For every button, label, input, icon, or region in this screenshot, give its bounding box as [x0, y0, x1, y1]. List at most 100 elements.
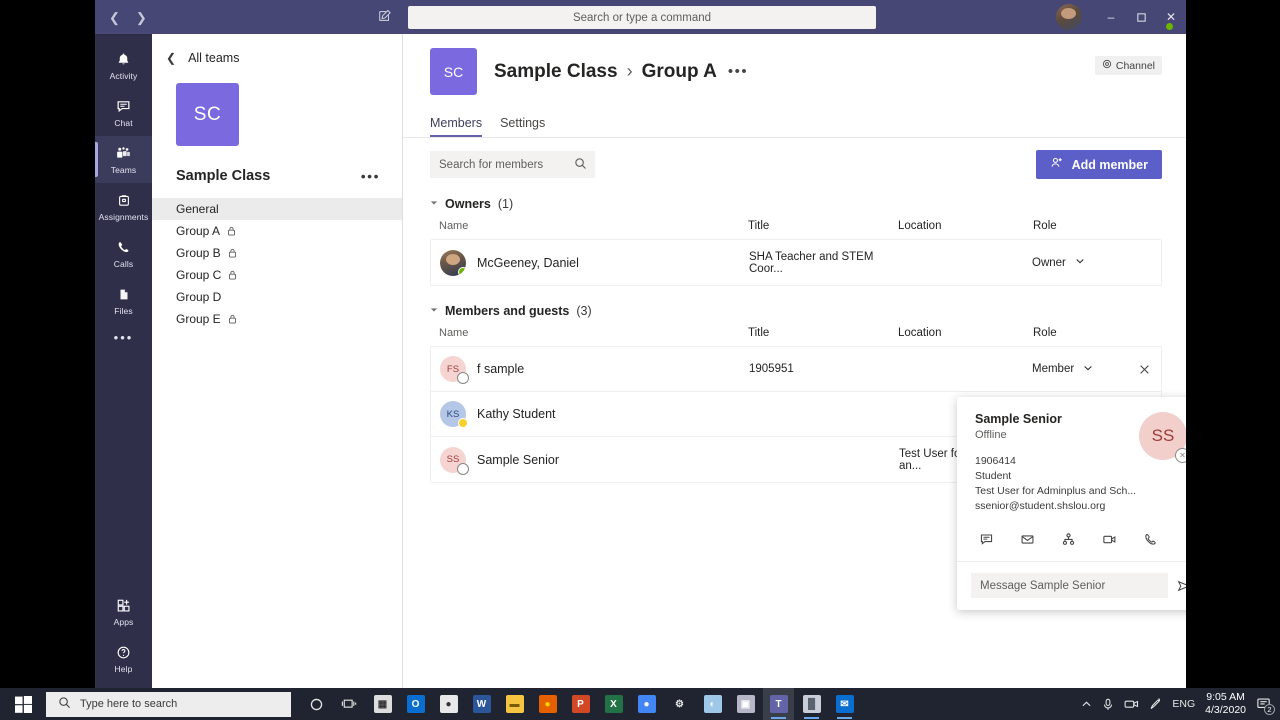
channel-type-badge[interactable]: Channel: [1094, 56, 1162, 75]
breadcrumb: Sample Class › Group A •••: [494, 61, 748, 83]
teams-icon[interactable]: T: [763, 688, 794, 720]
sidebar-item-label: Assignments: [98, 212, 149, 222]
role-dropdown[interactable]: Owner: [1032, 256, 1127, 269]
email-icon[interactable]: [1020, 532, 1035, 547]
app-glyph: X: [604, 695, 623, 713]
maximize-button[interactable]: [1126, 0, 1156, 34]
settings-icon[interactable]: ⚙: [664, 688, 695, 720]
tab-members[interactable]: Members: [430, 116, 483, 137]
help-icon: [116, 643, 131, 662]
outlook-mail-icon[interactable]: ✉: [829, 688, 860, 720]
tab-bar: Members Settings: [403, 116, 1186, 137]
avatar[interactable]: [1056, 4, 1082, 30]
channel-name: Group C: [176, 268, 222, 282]
sidebar-item-help[interactable]: Help: [95, 635, 152, 682]
global-search-input[interactable]: [408, 6, 876, 29]
org-chart-icon[interactable]: [1061, 532, 1076, 547]
channel-name: Group E: [176, 312, 221, 326]
sidebar-item-teams[interactable]: Teams: [95, 136, 152, 183]
language-indicator[interactable]: ENG: [1172, 698, 1195, 710]
presence-indicator: [457, 462, 469, 475]
channel-item[interactable]: Group B: [152, 242, 402, 264]
pen-icon[interactable]: [1149, 697, 1162, 711]
breadcrumb-separator: ›: [626, 61, 633, 81]
sidebar-item-label: Apps: [113, 617, 134, 627]
word-icon[interactable]: W: [466, 688, 497, 720]
webcam-icon[interactable]: [1124, 698, 1139, 710]
sidebar-item-assignments[interactable]: Assignments: [95, 183, 152, 230]
video-call-icon[interactable]: [1102, 532, 1117, 547]
sidebar-item-activity[interactable]: Activity: [95, 42, 152, 89]
sidebar-item-calls[interactable]: Calls: [95, 230, 152, 277]
sidebar-more-apps-button[interactable]: •••: [114, 330, 134, 345]
sidebar-item-label: Activity: [109, 71, 138, 81]
column-header-name: Name: [439, 220, 469, 232]
microphone-icon[interactable]: [1102, 698, 1114, 711]
channel-more-options-button[interactable]: •••: [728, 63, 748, 80]
target-icon: [1102, 59, 1112, 72]
channel-item[interactable]: Group D: [152, 286, 402, 308]
powerpoint-icon[interactable]: P: [565, 688, 596, 720]
paint-icon[interactable]: ◐: [697, 688, 728, 720]
windows-start-icon[interactable]: [0, 688, 46, 720]
phone-call-icon[interactable]: [1143, 532, 1158, 547]
task-view-icon[interactable]: [334, 688, 365, 720]
member-name-cell: KS Kathy Student: [440, 401, 749, 428]
all-teams-back-button[interactable]: ❮ All teams: [152, 46, 402, 65]
team-name: Sample Class: [176, 168, 271, 184]
role-dropdown[interactable]: Member: [1032, 363, 1127, 376]
outlook-icon[interactable]: O: [400, 688, 431, 720]
section-title: Owners: [445, 197, 491, 211]
add-member-label: Add member: [1071, 157, 1148, 172]
lock-icon: [228, 270, 237, 280]
presence-indicator: [457, 372, 469, 384]
channel-item[interactable]: Group C: [152, 264, 402, 286]
minimize-button[interactable]: –: [1096, 0, 1126, 34]
forward-icon[interactable]: ❯: [136, 11, 147, 24]
section-header[interactable]: Owners (1): [430, 197, 1162, 211]
app-glyph: ●: [637, 695, 656, 713]
breadcrumb-team[interactable]: Sample Class: [494, 61, 618, 83]
add-member-button[interactable]: Add member: [1035, 150, 1162, 179]
clock[interactable]: 9:05 AM 4/3/2020: [1205, 691, 1246, 717]
column-header-location: Location: [898, 327, 942, 339]
sidebar-item-chat[interactable]: Chat: [95, 89, 152, 136]
channel-item[interactable]: Group E: [152, 308, 402, 330]
table-row[interactable]: McGeeney, Daniel SHA Teacher and STEM Coo…: [431, 240, 1161, 285]
message-input[interactable]: [971, 573, 1168, 598]
team-more-options-button[interactable]: •••: [361, 168, 380, 184]
title-bar: ❮ ❯ – ✕: [95, 0, 1186, 34]
channel-item[interactable]: Group A: [152, 220, 402, 242]
section-header[interactable]: Members and guests (3): [430, 304, 1162, 318]
cortana-icon[interactable]: [301, 688, 332, 720]
team-avatar[interactable]: SC: [176, 83, 239, 146]
excel-icon[interactable]: X: [598, 688, 629, 720]
chat-icon[interactable]: [979, 532, 994, 547]
notifications-icon[interactable]: 2: [1256, 696, 1275, 715]
charts-icon[interactable]: █: [796, 688, 827, 720]
table-row[interactable]: FS f sample 1905951 Member: [431, 347, 1161, 392]
back-icon[interactable]: ❮: [109, 11, 120, 24]
files-icon: [117, 285, 131, 304]
search-input[interactable]: [430, 151, 595, 178]
show-hidden-icons-button[interactable]: [1081, 699, 1092, 710]
sidebar-item-files[interactable]: Files: [95, 277, 152, 324]
sidebar-item-apps[interactable]: Apps: [95, 588, 152, 635]
tab-settings[interactable]: Settings: [500, 116, 545, 137]
photos-icon[interactable]: ▣: [730, 688, 761, 720]
presence-indicator: [1165, 22, 1174, 31]
breadcrumb-channel[interactable]: Group A: [642, 61, 717, 83]
channel-list: General Group A Group B Group C Group D Group…: [152, 198, 402, 330]
firefox-icon[interactable]: ●: [532, 688, 563, 720]
record-icon[interactable]: ●: [433, 688, 464, 720]
remove-member-button[interactable]: [1127, 364, 1161, 375]
application-body: Activity Chat Teams Assignments Calls Fi…: [95, 34, 1186, 688]
send-icon[interactable]: [1176, 578, 1186, 594]
channel-item[interactable]: General: [152, 198, 402, 220]
file-explorer-icon[interactable]: ▬: [499, 688, 530, 720]
compose-icon[interactable]: [378, 9, 392, 28]
chrome-icon[interactable]: ●: [631, 688, 662, 720]
calculator-icon[interactable]: ▦: [367, 688, 398, 720]
channel-name: Group A: [176, 224, 221, 238]
taskbar-search-box[interactable]: Type here to search: [46, 691, 291, 717]
